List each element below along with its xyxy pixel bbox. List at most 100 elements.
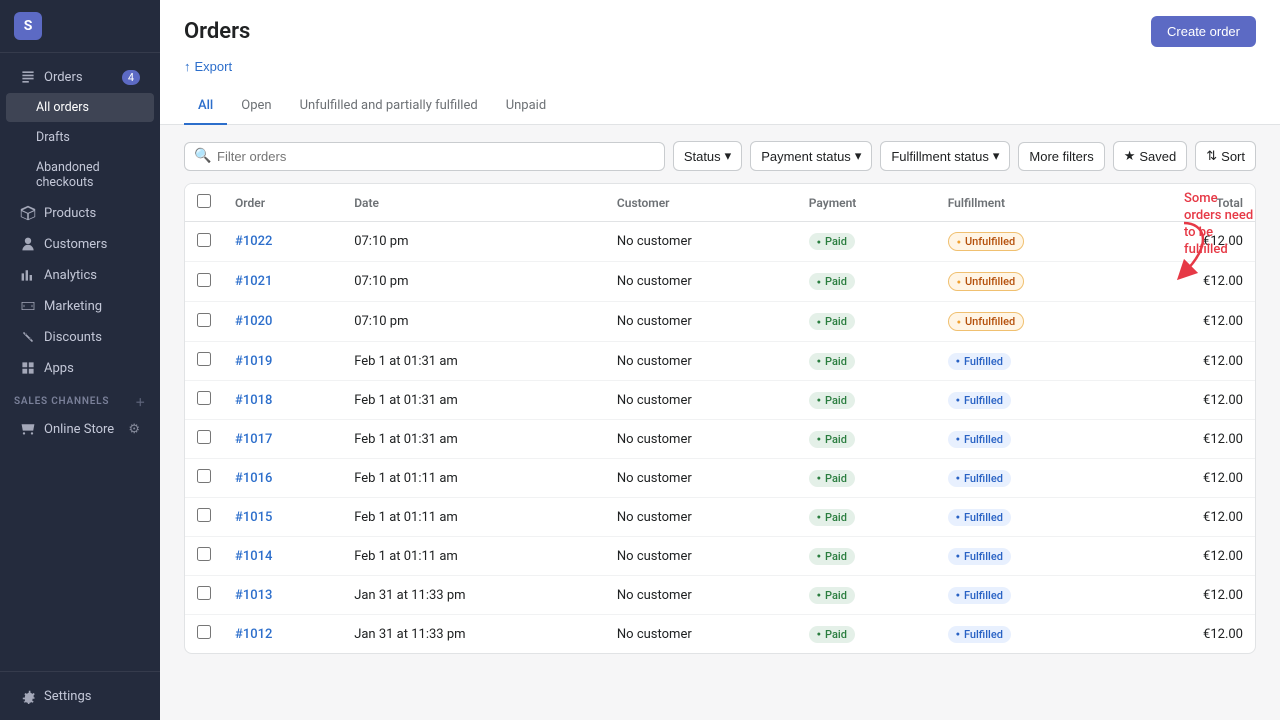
order-customer-2: No customer (605, 302, 797, 342)
sidebar-item-marketing[interactable]: Marketing (6, 291, 154, 321)
fulfillment-badge: Unfulfilled (948, 272, 1025, 291)
order-date-7: Feb 1 at 01:11 am (342, 498, 605, 537)
search-input[interactable] (184, 142, 665, 171)
order-total-2: €12.00 (1131, 302, 1255, 342)
sidebar-item-settings[interactable]: Settings (6, 681, 154, 711)
order-link-2[interactable]: #1020 (235, 314, 272, 329)
export-button[interactable]: ↑ Export (184, 55, 232, 78)
row-checkbox-6[interactable] (197, 469, 211, 483)
order-link-4[interactable]: #1018 (235, 393, 272, 408)
sidebar-customers-label: Customers (44, 237, 107, 252)
table-row: #1016 Feb 1 at 01:11 am No customer Paid… (185, 459, 1255, 498)
sidebar-item-analytics[interactable]: Analytics (6, 260, 154, 290)
order-payment-3: Paid (797, 342, 936, 381)
order-link-10[interactable]: #1012 (235, 627, 272, 642)
saved-button[interactable]: ★ Saved (1113, 141, 1188, 171)
apps-icon (20, 360, 36, 376)
order-link-8[interactable]: #1014 (235, 549, 272, 564)
order-date-9: Jan 31 at 11:33 pm (342, 576, 605, 615)
store-settings-icon[interactable]: ⚙ (128, 422, 140, 437)
order-date-0: 07:10 pm (342, 222, 605, 262)
table-row: #1017 Feb 1 at 01:31 am No customer Paid… (185, 420, 1255, 459)
sidebar-item-drafts[interactable]: Drafts (6, 123, 154, 152)
status-chevron-icon: ▾ (725, 148, 732, 164)
order-link-5[interactable]: #1017 (235, 432, 272, 447)
settings-label: Settings (44, 689, 91, 704)
fulfillment-badge: Fulfilled (948, 548, 1011, 565)
marketing-icon (20, 298, 36, 314)
order-fulfillment-0: Unfulfilled (936, 222, 1131, 262)
sales-channels-label: SALES CHANNELS (14, 396, 109, 407)
sidebar-item-abandoned[interactable]: Abandoned checkouts (6, 153, 154, 197)
sidebar-item-apps[interactable]: Apps (6, 353, 154, 383)
row-checkbox-4[interactable] (197, 391, 211, 405)
row-checkbox-9[interactable] (197, 586, 211, 600)
order-customer-7: No customer (605, 498, 797, 537)
fulfillment-badge: Fulfilled (948, 431, 1011, 448)
row-checkbox-8[interactable] (197, 547, 211, 561)
sort-label: Sort (1221, 149, 1245, 164)
fulfillment-badge: Fulfilled (948, 392, 1011, 409)
order-link-0[interactable]: #1022 (235, 234, 272, 249)
row-checkbox-1[interactable] (197, 273, 211, 287)
order-date-2: 07:10 pm (342, 302, 605, 342)
order-payment-0: Paid (797, 222, 936, 262)
settings-section: Settings (0, 671, 160, 720)
order-payment-2: Paid (797, 302, 936, 342)
tabs-bar: All Open Unfulfilled and partially fulfi… (184, 88, 1256, 124)
add-sales-channel-button[interactable]: ＋ (135, 394, 146, 409)
table-row: #1012 Jan 31 at 11:33 pm No customer Pai… (185, 615, 1255, 654)
discounts-icon (20, 329, 36, 345)
more-filters-button[interactable]: More filters (1018, 142, 1104, 171)
sidebar-item-products[interactable]: Products (6, 198, 154, 228)
table-row: #1018 Feb 1 at 01:31 am No customer Paid… (185, 381, 1255, 420)
table-row: #1015 Feb 1 at 01:11 am No customer Paid… (185, 498, 1255, 537)
order-customer-4: No customer (605, 381, 797, 420)
sidebar-item-online-store[interactable]: Online Store ⚙ (6, 414, 154, 444)
sidebar-item-all-orders[interactable]: All orders (6, 93, 154, 122)
order-total-10: €12.00 (1131, 615, 1255, 654)
order-payment-5: Paid (797, 420, 936, 459)
order-total-7: €12.00 (1131, 498, 1255, 537)
sales-channels-section: SALES CHANNELS ＋ (0, 384, 160, 413)
table-row: #1022 07:10 pm No customer Paid Unfulfil… (185, 222, 1255, 262)
row-checkbox-10[interactable] (197, 625, 211, 639)
create-order-button[interactable]: Create order (1151, 16, 1256, 47)
fulfillment-status-filter-button[interactable]: Fulfillment status ▾ (880, 141, 1010, 171)
sidebar-item-customers[interactable]: Customers (6, 229, 154, 259)
order-date-8: Feb 1 at 01:11 am (342, 537, 605, 576)
order-link-7[interactable]: #1015 (235, 510, 272, 525)
customers-icon (20, 236, 36, 252)
tab-open[interactable]: Open (227, 88, 285, 125)
tab-unpaid[interactable]: Unpaid (492, 88, 560, 125)
select-all-checkbox[interactable] (197, 194, 211, 208)
payment-status-filter-button[interactable]: Payment status ▾ (750, 141, 872, 171)
order-fulfillment-9: Fulfilled (936, 576, 1131, 615)
sidebar-orders-label: Orders (44, 70, 83, 85)
order-payment-8: Paid (797, 537, 936, 576)
sort-button[interactable]: ⇅ Sort (1195, 141, 1256, 171)
order-fulfillment-3: Fulfilled (936, 342, 1131, 381)
row-checkbox-0[interactable] (197, 233, 211, 247)
sort-icon: ⇅ (1206, 148, 1217, 164)
row-checkbox-3[interactable] (197, 352, 211, 366)
row-checkbox-7[interactable] (197, 508, 211, 522)
order-link-1[interactable]: #1021 (235, 274, 272, 289)
order-customer-9: No customer (605, 576, 797, 615)
tab-all[interactable]: All (184, 88, 227, 125)
sidebar-analytics-label: Analytics (44, 268, 97, 283)
tab-unfulfilled[interactable]: Unfulfilled and partially fulfilled (286, 88, 492, 125)
export-icon: ↑ (184, 59, 191, 74)
order-fulfillment-6: Fulfilled (936, 459, 1131, 498)
saved-label: Saved (1139, 149, 1176, 164)
status-filter-button[interactable]: Status ▾ (673, 141, 742, 171)
order-fulfillment-4: Fulfilled (936, 381, 1131, 420)
order-link-9[interactable]: #1013 (235, 588, 272, 603)
col-date: Date (342, 184, 605, 222)
order-link-6[interactable]: #1016 (235, 471, 272, 486)
order-link-3[interactable]: #1019 (235, 354, 272, 369)
sidebar-item-discounts[interactable]: Discounts (6, 322, 154, 352)
row-checkbox-5[interactable] (197, 430, 211, 444)
row-checkbox-2[interactable] (197, 313, 211, 327)
sidebar-item-orders[interactable]: Orders 4 (6, 62, 154, 92)
